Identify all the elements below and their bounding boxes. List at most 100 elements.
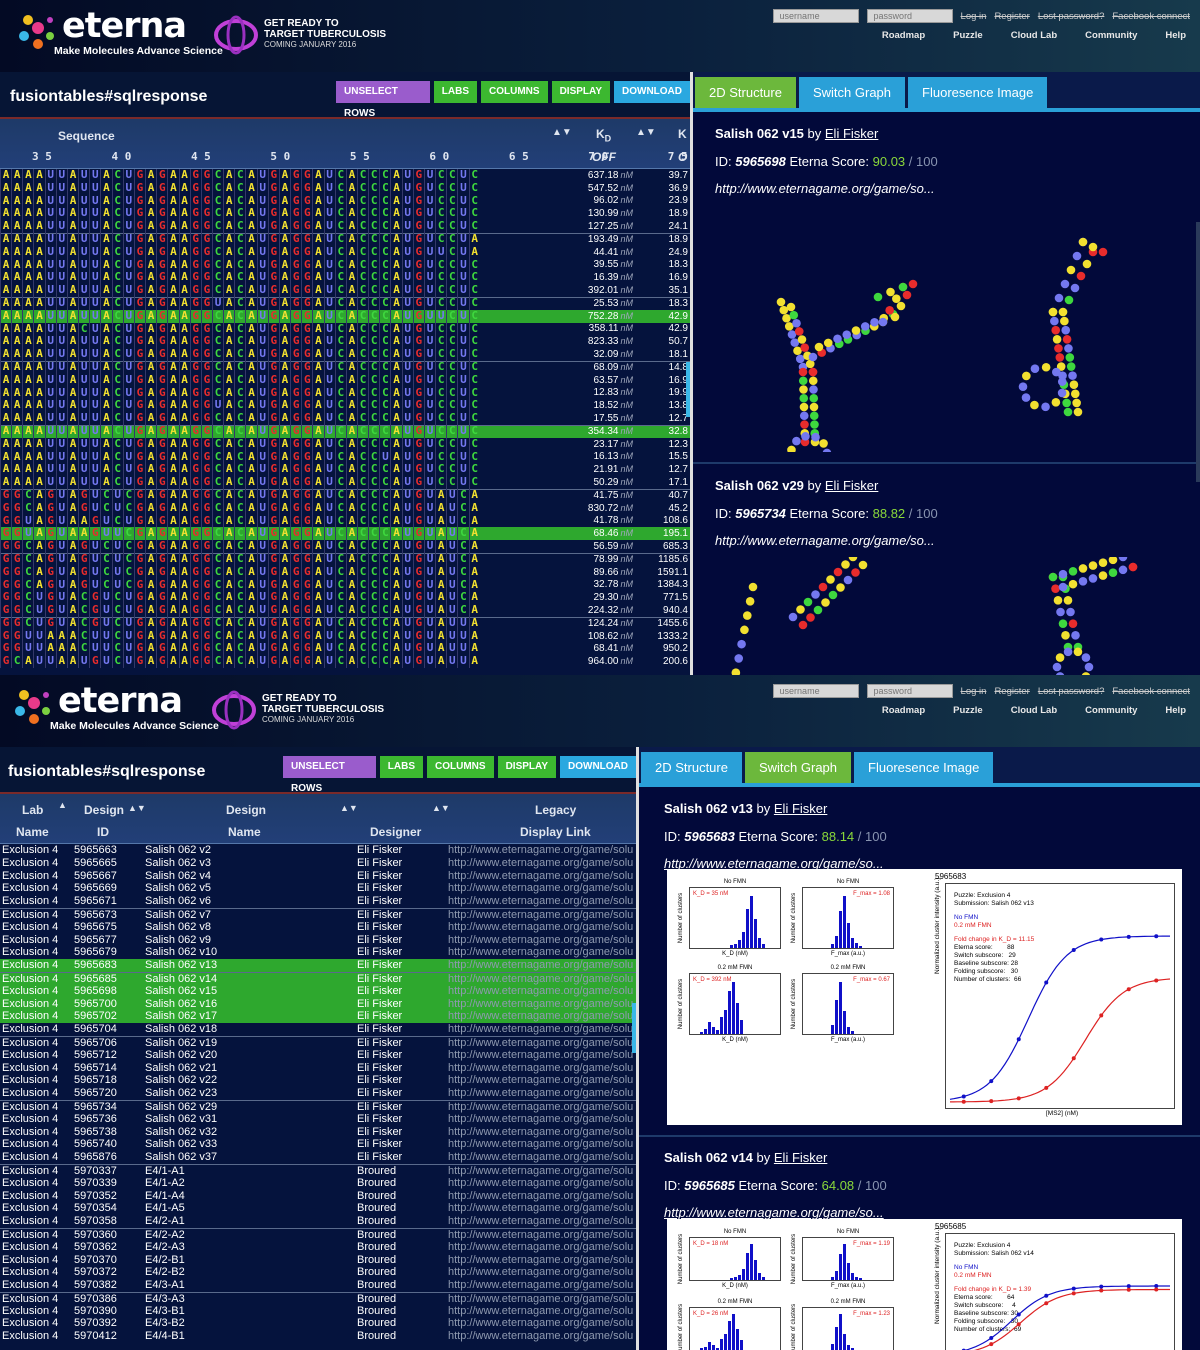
design-row[interactable]: Exclusion 4 5965718 Salish 062 v22 Eli Fisk… bbox=[0, 1074, 636, 1087]
display-button[interactable]: DISPLAY bbox=[497, 756, 556, 778]
display-link[interactable]: http://www.eternagame.org/game/solu bbox=[448, 844, 633, 857]
display-link[interactable]: http://www.eternagame.org/game/solu bbox=[448, 921, 633, 934]
display-link[interactable]: http://www.eternagame.org/game/solu bbox=[448, 959, 633, 972]
design-row[interactable]: Exclusion 4 5965683 Salish 062 v13 Eli Fisk… bbox=[0, 959, 636, 972]
display-link[interactable]: http://www.eternagame.org/game/solu bbox=[448, 985, 633, 998]
display-link[interactable]: http://www.eternagame.org/game/solu bbox=[448, 1241, 633, 1254]
download-button[interactable]: DOWNLOAD bbox=[560, 756, 636, 778]
facebook-connect-link[interactable]: Facebook connect bbox=[1112, 686, 1190, 697]
register-link[interactable]: Register bbox=[994, 686, 1029, 697]
display-link[interactable]: http://www.eternagame.org/game/solu bbox=[448, 934, 633, 947]
design-row[interactable]: Exclusion 4 5965679 Salish 062 v10 Eli Fisk… bbox=[0, 946, 636, 959]
sequence-row[interactable]: GGCUGUACGUCUGAGAAGGCACAUGAGGAUCACCCAUGUA… bbox=[0, 617, 690, 631]
download-button[interactable]: DOWNLOAD bbox=[614, 81, 690, 103]
nav-community[interactable]: Community bbox=[1085, 705, 1137, 716]
password-field[interactable] bbox=[866, 684, 953, 698]
design-row[interactable]: Exclusion 4 5965720 Salish 062 v23 Eli Fisk… bbox=[0, 1087, 636, 1100]
display-link[interactable]: http://www.eternagame.org/game/solu bbox=[448, 1190, 633, 1203]
sequence-row[interactable]: GGCAGUAGUCUCGAGAAGGCACAUGAGGAUCACCCAUGUA… bbox=[0, 539, 690, 553]
display-link[interactable]: http://www.eternagame.org/game/solu bbox=[448, 1010, 633, 1023]
display-link[interactable]: http://www.eternagame.org/game/solu bbox=[448, 1317, 633, 1330]
sort-asc-icon[interactable]: ▲ bbox=[58, 800, 67, 810]
design-row[interactable]: Exclusion 4 5965702 Salish 062 v17 Eli Fisk… bbox=[0, 1010, 636, 1024]
sort-icon[interactable]: ▲▼ bbox=[128, 803, 146, 813]
display-link[interactable]: http://www.eternagame.org/game/solu bbox=[448, 1202, 633, 1215]
col-design-id[interactable]: Design bbox=[84, 803, 124, 817]
design-row[interactable]: Exclusion 4 5965712 Salish 062 v20 Eli Fisk… bbox=[0, 1049, 636, 1062]
design-row[interactable]: Exclusion 4 5965876 Salish 062 v37 Eli Fisk… bbox=[0, 1151, 636, 1164]
labs-button[interactable]: LABS bbox=[379, 756, 424, 778]
display-link[interactable]: http://www.eternagame.org/game/solu bbox=[448, 1279, 633, 1292]
display-link[interactable]: http://www.eternagame.org/game/solu bbox=[448, 1049, 633, 1062]
sequence-row[interactable]: AAAAUUAUUACUGAGAAGGCACAUGAGGAUCACCCAUGUC… bbox=[0, 168, 690, 182]
labs-button[interactable]: LABS bbox=[433, 81, 478, 103]
display-link[interactable]: http://www.eternagame.org/game/solu bbox=[448, 1062, 633, 1075]
display-link[interactable]: http://www.eternagame.org/game/solu bbox=[448, 882, 633, 895]
nav-help[interactable]: Help bbox=[1165, 30, 1186, 41]
password-field[interactable] bbox=[866, 9, 953, 23]
design-row[interactable]: Exclusion 4 5965700 Salish 062 v16 Eli Fisk… bbox=[0, 997, 636, 1011]
display-link[interactable]: http://www.eternagame.org/game/solu bbox=[448, 895, 633, 908]
design-row[interactable]: Exclusion 4 5970358 E4/2-A1 Broured http://w… bbox=[0, 1215, 636, 1228]
columns-button[interactable]: COLUMNS bbox=[481, 81, 548, 103]
design-row[interactable]: Exclusion 4 5970352 E4/1-A4 Broured http://w… bbox=[0, 1190, 636, 1203]
tab-2d-structure[interactable]: 2D Structure bbox=[641, 752, 742, 783]
lost-password-link[interactable]: Lost password? bbox=[1038, 11, 1105, 22]
display-link[interactable]: http://www.eternagame.org/game/solu bbox=[448, 857, 633, 870]
design-row[interactable]: Exclusion 4 5970339 E4/1-A2 Broured http://w… bbox=[0, 1177, 636, 1190]
design-row[interactable]: Exclusion 4 5965706 Salish 062 v19 Eli Fisk… bbox=[0, 1035, 636, 1049]
author-link[interactable]: Eli Fisker bbox=[825, 126, 878, 141]
sort-icon[interactable]: ▲▼ bbox=[432, 803, 450, 813]
display-link[interactable]: http://www.eternagame.org/game/solu bbox=[448, 1266, 633, 1279]
design-row[interactable]: Exclusion 4 5970372 E4/2-B2 Broured http://w… bbox=[0, 1266, 636, 1279]
design-row[interactable]: Exclusion 4 5965740 Salish 062 v33 Eli Fisk… bbox=[0, 1138, 636, 1151]
nav-roadmap[interactable]: Roadmap bbox=[882, 705, 925, 716]
design-row[interactable]: Exclusion 4 5965673 Salish 062 v7 Eli Fiske… bbox=[0, 907, 636, 921]
sequence-row[interactable]: AAAAUUAUUACUGAGAAGGCACAUGAGGAUCACCCAUGUC… bbox=[0, 475, 690, 489]
design-row[interactable]: Exclusion 4 5965665 Salish 062 v3 Eli Fiske… bbox=[0, 857, 636, 870]
col-lab[interactable]: Lab bbox=[22, 803, 43, 817]
col-legacy[interactable]: Legacy bbox=[535, 803, 576, 817]
register-link[interactable]: Register bbox=[994, 11, 1029, 22]
eterna-logo[interactable]: eterna Make Molecules Advance Science bbox=[14, 6, 223, 62]
display-link[interactable]: http://www.eternagame.org/game/solu bbox=[448, 946, 633, 959]
col-sequence[interactable]: Sequence bbox=[58, 129, 115, 143]
design-row[interactable]: Exclusion 4 5965675 Salish 062 v8 Eli Fiske… bbox=[0, 921, 636, 934]
design-row[interactable]: Exclusion 4 5970386 E4/3-A3 Broured http://w… bbox=[0, 1291, 636, 1305]
display-link[interactable]: http://www.eternagame.org/game/solu bbox=[448, 1113, 633, 1126]
design-row[interactable]: Exclusion 4 5965704 Salish 062 v18 Eli Fisk… bbox=[0, 1023, 636, 1036]
sequence-row[interactable]: AAAAUUAUUACUGAGAAGGCACAUGAGGAUCACCCAUGUC… bbox=[0, 361, 690, 375]
sequence-row[interactable]: AAAAUUAUUACUGAGAAGGCACAUGAGGAUCACCCAUGUU… bbox=[0, 309, 690, 323]
promo-banner[interactable]: GET READY TO TARGET TUBERCULOSIS COMING … bbox=[210, 10, 410, 60]
display-link[interactable]: http://www.eternagame.org/game/solu bbox=[448, 1215, 633, 1228]
sequence-row[interactable]: AAAAUUAUUACUGAGAAGGCACAUGAGGAUCACCCAUGUC… bbox=[0, 181, 690, 195]
promo-banner[interactable]: GET READY TO TARGET TUBERCULOSIS COMING … bbox=[208, 685, 408, 735]
design-row[interactable]: Exclusion 4 5965663 Salish 062 v2 Eli Fiske… bbox=[0, 844, 636, 857]
sequence-row[interactable]: AAAAUUAUUACUGAGAAGGCACAUGAGGAUCACCCAUGUC… bbox=[0, 347, 690, 361]
detail-scrollbar[interactable] bbox=[1196, 222, 1200, 482]
design-row[interactable]: Exclusion 4 5970412 E4/4-B1 Broured http://w… bbox=[0, 1330, 636, 1343]
design-row[interactable]: Exclusion 4 5970354 E4/1-A5 Broured http://w… bbox=[0, 1202, 636, 1215]
design-link[interactable]: http://www.eternagame.org/game/so... bbox=[715, 181, 1185, 196]
display-link[interactable]: http://www.eternagame.org/game/solu bbox=[448, 1177, 633, 1190]
col-design-name[interactable]: Design bbox=[226, 803, 266, 817]
display-link[interactable]: http://www.eternagame.org/game/solu bbox=[448, 1254, 633, 1267]
author-link[interactable]: Eli Fisker bbox=[774, 801, 827, 816]
eterna-logo[interactable]: eterna Make Molecules Advance Science bbox=[10, 681, 219, 737]
nav-community[interactable]: Community bbox=[1085, 30, 1137, 41]
design-row[interactable]: Exclusion 4 5965677 Salish 062 v9 Eli Fiske… bbox=[0, 934, 636, 947]
sequence-row[interactable]: AAAAUUAUUACUGAGAAGGCACAUGAGGAUCACCCAUGUC… bbox=[0, 233, 690, 247]
sort-icon[interactable]: ▲▼ bbox=[552, 127, 572, 138]
display-link[interactable]: http://www.eternagame.org/game/solu bbox=[448, 1138, 633, 1151]
columns-button[interactable]: COLUMNS bbox=[427, 756, 494, 778]
display-button[interactable]: DISPLAY bbox=[551, 81, 610, 103]
sequence-row[interactable]: AAAAUUAUUACUGAGAAGGCACAUGAGGAUCACCCAUGUC… bbox=[0, 437, 690, 451]
design-row[interactable]: Exclusion 4 5965667 Salish 062 v4 Eli Fiske… bbox=[0, 870, 636, 883]
tab-switch-graph[interactable]: Switch Graph bbox=[798, 77, 906, 108]
col-kd-on[interactable]: K bbox=[678, 127, 687, 141]
display-link[interactable]: http://www.eternagame.org/game/solu bbox=[448, 1074, 633, 1087]
design-link[interactable]: http://www.eternagame.org/game/so... bbox=[664, 1205, 1134, 1220]
design-link[interactable]: http://www.eternagame.org/game/so... bbox=[715, 533, 1185, 548]
display-link[interactable]: http://www.eternagame.org/game/solu bbox=[448, 1330, 633, 1343]
display-link[interactable]: http://www.eternagame.org/game/solu bbox=[448, 1305, 633, 1318]
